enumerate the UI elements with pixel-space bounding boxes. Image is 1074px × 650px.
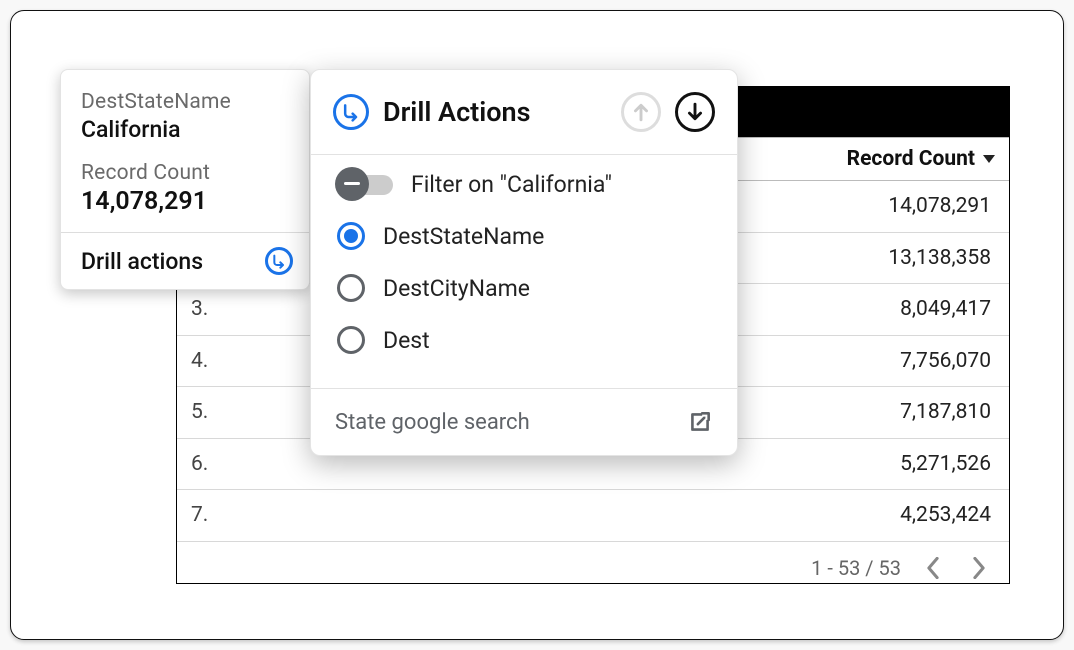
column-header-label: Record Count bbox=[847, 147, 975, 171]
row-index: 5. bbox=[177, 400, 232, 424]
arrow-up-icon bbox=[632, 102, 650, 122]
next-page-button[interactable] bbox=[965, 554, 993, 582]
drill-up-button[interactable] bbox=[621, 92, 661, 132]
drill-icon bbox=[265, 247, 293, 275]
tooltip-card: DestStateName California Record Count 14… bbox=[60, 69, 310, 290]
radio-button[interactable] bbox=[337, 326, 365, 354]
row-index: 3. bbox=[177, 297, 232, 321]
sort-desc-icon bbox=[983, 155, 995, 163]
row-index: 7. bbox=[177, 503, 232, 527]
drill-panel-title: Drill Actions bbox=[383, 96, 607, 128]
tooltip-metric-label: Record Count bbox=[81, 161, 289, 185]
drill-option-destcityname[interactable]: DestCityName bbox=[329, 262, 719, 314]
external-link-label: State google search bbox=[335, 410, 530, 435]
open-external-icon bbox=[687, 409, 713, 435]
drill-icon bbox=[333, 94, 369, 130]
drill-option-dest[interactable]: Dest bbox=[329, 314, 719, 366]
external-link-row[interactable]: State google search bbox=[311, 389, 737, 455]
table-row[interactable]: 7. 4,253,424 bbox=[177, 490, 1009, 542]
table-footer: 1 - 53 / 53 bbox=[177, 542, 1009, 594]
drill-actions-button[interactable]: Drill actions bbox=[61, 232, 309, 289]
tooltip-metric-value: 14,078,291 bbox=[81, 187, 289, 216]
filter-toggle[interactable] bbox=[337, 175, 393, 195]
option-label: DestCityName bbox=[383, 275, 530, 302]
row-index: 6. bbox=[177, 452, 232, 476]
prev-page-button[interactable] bbox=[919, 554, 947, 582]
drill-option-deststatename[interactable]: DestStateName bbox=[329, 210, 719, 262]
row-value: 4,253,424 bbox=[232, 503, 1009, 527]
tooltip-field-value: California bbox=[81, 116, 289, 143]
drill-down-button[interactable] bbox=[675, 92, 715, 132]
radio-button[interactable] bbox=[337, 274, 365, 302]
drill-actions-panel: Drill Actions Filter on "California" Des… bbox=[310, 69, 738, 456]
radio-button[interactable] bbox=[337, 222, 365, 250]
column-header-record-count[interactable]: Record Count bbox=[749, 147, 1009, 171]
row-index: 4. bbox=[177, 349, 232, 373]
chevron-left-icon bbox=[926, 557, 940, 579]
pagination-label: 1 - 53 / 53 bbox=[811, 556, 901, 580]
filter-toggle-label: Filter on "California" bbox=[411, 171, 612, 198]
tooltip-field-label: DestStateName bbox=[81, 90, 289, 114]
option-label: DestStateName bbox=[383, 223, 544, 250]
arrow-down-icon bbox=[686, 102, 704, 122]
option-label: Dest bbox=[383, 327, 430, 354]
chevron-right-icon bbox=[972, 557, 986, 579]
filter-toggle-row[interactable]: Filter on "California" bbox=[329, 159, 719, 210]
minus-icon bbox=[335, 167, 369, 201]
content-frame: Record Count 1. 14,078,291 2. 13,138,358… bbox=[10, 10, 1064, 640]
drill-actions-label: Drill actions bbox=[81, 248, 203, 275]
